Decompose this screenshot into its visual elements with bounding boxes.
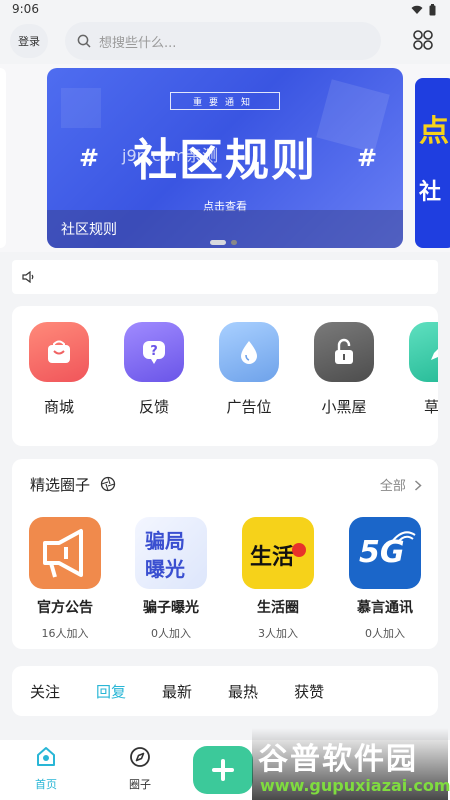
- shortcut-draft[interactable]: 草稿: [404, 322, 438, 417]
- site-watermark: 谷普软件园 www.gupuxiazai.com: [252, 728, 450, 800]
- banner-side-text: 社: [419, 180, 442, 205]
- status-time: 9:06: [12, 2, 39, 16]
- svg-text:?: ?: [150, 344, 158, 359]
- shortcut-blacklist[interactable]: 小黑屋: [309, 322, 379, 417]
- create-post-button[interactable]: [193, 746, 253, 794]
- view-all-link[interactable]: 全部: [380, 475, 422, 494]
- circle-icon-text: 曝光: [145, 557, 185, 581]
- banner-title: 社区规则: [133, 135, 317, 186]
- megaphone-icon: [29, 517, 101, 589]
- drop-icon: [219, 322, 279, 382]
- banner-slide-community-rules[interactable]: 重要通知 # 社区规则 # j9p.com亲测 点击查看 社区规则: [47, 68, 403, 248]
- nav-circles-label: 圈子: [129, 778, 151, 791]
- speaker-icon: [22, 271, 34, 283]
- battery-icon: [429, 4, 436, 16]
- shortcut-label: 草稿: [423, 398, 438, 416]
- feed-tabs: 关注 回复 最新 最热 获赞: [12, 666, 438, 716]
- life-icon: 生活: [242, 517, 314, 589]
- home-icon: [37, 747, 55, 766]
- circle-name: 骗子曝光: [143, 600, 199, 616]
- nav-home-label: 首页: [35, 778, 57, 791]
- shortcut-feedback[interactable]: ? 反馈: [119, 322, 189, 417]
- featured-circles-header: 精选圈子 全部: [30, 471, 422, 497]
- tab-liked[interactable]: 获赞: [294, 681, 324, 702]
- unlocked-lock-icon: [314, 322, 374, 382]
- search-placeholder: 想搜些什么...: [99, 35, 177, 51]
- circle-scam-exposure[interactable]: 骗局 曝光 骗子曝光 0人加入: [121, 517, 221, 641]
- watermark-url: www.gupuxiazai.com: [260, 776, 450, 795]
- section-title: 精选圈子: [30, 475, 91, 494]
- circle-muyan-telecom[interactable]: 5G 慕言通讯 0人加入: [335, 517, 435, 641]
- nav-circles[interactable]: 圈子: [110, 746, 170, 792]
- tab-replies[interactable]: 回复: [96, 681, 126, 702]
- shortcut-ad-slot[interactable]: 广告位: [214, 322, 284, 417]
- apps-grid-icon[interactable]: [412, 29, 434, 51]
- banner-side-text: 点: [419, 114, 449, 149]
- tab-following[interactable]: 关注: [30, 681, 60, 702]
- tab-hottest[interactable]: 最热: [228, 681, 258, 702]
- circle-name: 慕言通讯: [357, 600, 413, 616]
- circle-icon-text: 生活: [250, 545, 295, 570]
- banner-prev-slide[interactable]: [0, 68, 6, 248]
- carousel-indicator: [210, 240, 237, 245]
- banner-notice-pill: 重要通知: [170, 92, 280, 110]
- circle-member-count: 0人加入: [365, 627, 405, 640]
- question-bubble-icon: ?: [124, 322, 184, 382]
- circle-member-count: 0人加入: [151, 627, 191, 640]
- nav-home[interactable]: 首页: [16, 746, 76, 792]
- chevron-right-icon: [414, 480, 422, 491]
- banner-next-slide[interactable]: 点 社: [415, 78, 450, 248]
- featured-circles: 精选圈子 全部 官方公告 16人加入 骗局 曝光 骗子曝光 0人加入 生活 生活…: [12, 459, 438, 649]
- wifi-icon: [411, 5, 423, 14]
- shortcut-mall[interactable]: 商城: [24, 322, 94, 417]
- circle-member-count: 16人加入: [41, 627, 89, 640]
- red-dot-icon: [292, 543, 306, 557]
- shortcut-label: 小黑屋: [321, 398, 367, 416]
- aperture-icon: [100, 476, 116, 492]
- compass-icon: [130, 747, 150, 767]
- shopping-bag-icon: [29, 322, 89, 382]
- view-all-label: 全部: [379, 479, 406, 494]
- top-bar: 登录 想搜些什么...: [0, 20, 450, 62]
- circle-member-count: 3人加入: [258, 627, 298, 640]
- plus-icon: [212, 759, 234, 781]
- carousel-dot-active: [210, 240, 226, 245]
- 5g-icon: 5G: [349, 517, 421, 589]
- search-icon: [77, 34, 91, 48]
- announcement-bar[interactable]: [12, 260, 438, 294]
- watermark-title: 谷普软件园: [258, 742, 418, 777]
- carousel-dot: [231, 240, 237, 245]
- shortcut-label: 商城: [43, 398, 74, 416]
- banner-watermark: j9p.com亲测: [122, 146, 219, 165]
- system-icons: [411, 4, 436, 16]
- scam-exposure-icon: 骗局 曝光: [135, 517, 207, 589]
- circle-name: 生活圈: [257, 600, 299, 616]
- search-input[interactable]: 想搜些什么...: [65, 22, 381, 60]
- login-button[interactable]: 登录: [10, 24, 48, 58]
- shortcut-label: 广告位: [226, 398, 272, 416]
- banner-carousel[interactable]: 重要通知 # 社区规则 # j9p.com亲测 点击查看 社区规则 点 社: [0, 64, 450, 252]
- function-shortcuts: 商城 ? 反馈 广告位 小黑屋 草稿: [12, 306, 438, 446]
- circle-official-announcement[interactable]: 官方公告 16人加入: [15, 517, 115, 641]
- circle-icon-text: 骗局: [145, 529, 185, 553]
- circle-life[interactable]: 生活 生活圈 3人加入: [228, 517, 328, 641]
- tab-latest[interactable]: 最新: [162, 681, 192, 702]
- circle-name: 官方公告: [37, 600, 93, 616]
- banner-decoration: [61, 88, 101, 128]
- status-bar: 9:06: [0, 0, 450, 20]
- hash-icon: #: [357, 144, 378, 172]
- draft-icon: [409, 322, 438, 382]
- shortcut-label: 反馈: [138, 398, 169, 416]
